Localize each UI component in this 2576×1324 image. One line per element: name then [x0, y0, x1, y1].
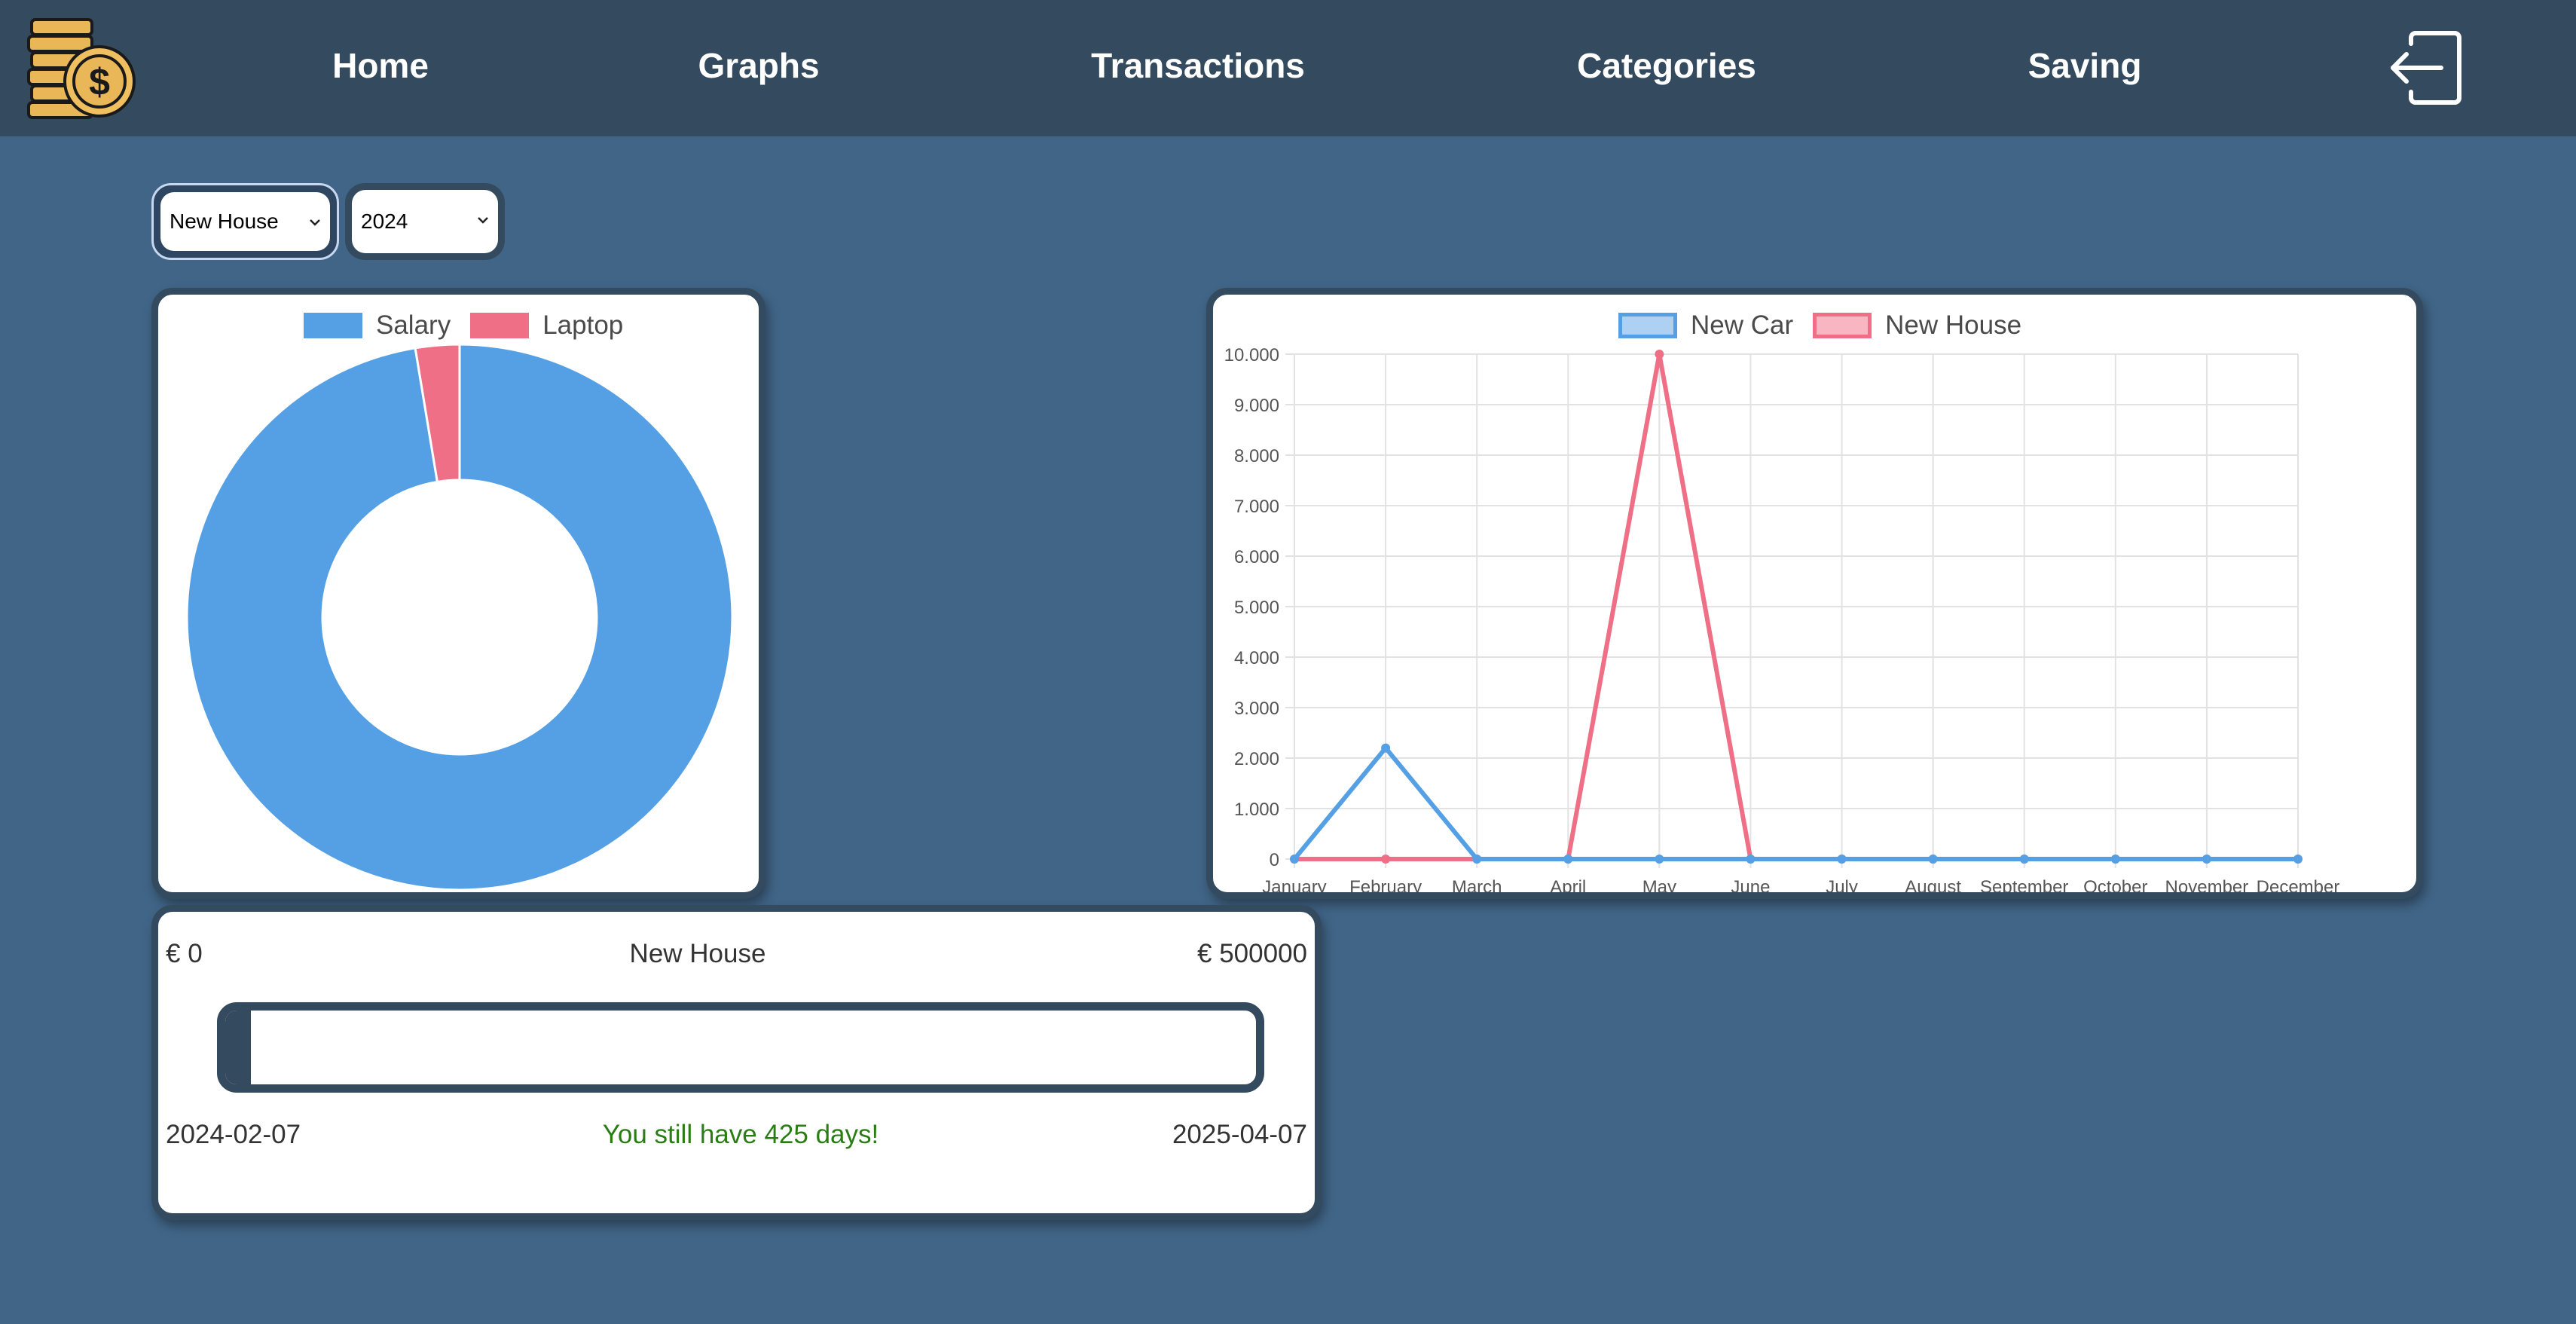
category-donut-card: Salary Laptop [151, 288, 765, 899]
top-navbar: $ Home Graphs Transactions Categories Sa… [0, 0, 2576, 136]
saving-progress-card: € 0 New House € 500000 2024-02-07 You st… [151, 905, 1322, 1220]
x-tick-label: May [1642, 877, 1676, 892]
line-chart: 0 1.000 2.000 3.000 4.000 5.000 6.000 7.000 8.00… [1224, 345, 2340, 892]
saving-start-date: 2024-02-07 [166, 1120, 301, 1149]
data-point-new-car[interactable] [1746, 855, 1756, 864]
data-point-new-house[interactable] [1655, 350, 1664, 359]
saving-days-left-message: You still have 425 days! [602, 1120, 879, 1149]
saving-line-card: New Car New House 0 1.000 2.000 3.000 4.000 5… [1206, 288, 2423, 899]
year-select-wrapper: 2024 [345, 183, 505, 260]
series-line-new-car[interactable] [1292, 744, 2298, 861]
data-point-new-house[interactable] [1381, 855, 1391, 864]
svg-text:$: $ [89, 61, 110, 103]
data-point-new-car[interactable] [1655, 855, 1664, 864]
y-tick-label: 10.000 [1224, 345, 1279, 365]
x-tick-label: December [2257, 877, 2340, 892]
chevron-down-icon [310, 219, 320, 226]
year-select-value: 2024 [361, 209, 408, 233]
goal-select-value: New House [170, 209, 279, 233]
data-point-new-car[interactable] [1837, 855, 1847, 864]
data-point-new-car[interactable] [2293, 855, 2303, 864]
y-tick-label: 6.000 [1234, 547, 1279, 567]
goal-select[interactable]: New House [160, 192, 330, 251]
saving-min: € 0 [166, 939, 203, 968]
y-tick-label: 1.000 [1234, 800, 1279, 820]
logout-icon[interactable] [2388, 30, 2464, 105]
data-point-new-car[interactable] [1563, 855, 1573, 864]
x-tick-label: September [1980, 877, 2068, 892]
nav-saving[interactable]: Saving [2028, 45, 2142, 86]
nav-transactions[interactable]: Transactions [1091, 45, 1305, 86]
saving-max: € 500000 [1197, 939, 1307, 968]
data-point-new-car[interactable] [1928, 855, 1938, 864]
x-tick-label: June [1731, 877, 1770, 892]
x-tick-label: March [1452, 877, 1502, 892]
data-point-new-car[interactable] [1290, 855, 1299, 864]
y-tick-label: 5.000 [1234, 598, 1279, 618]
coins-dollar-icon[interactable]: $ [26, 17, 139, 119]
data-point-new-car[interactable] [1381, 743, 1391, 753]
goal-select-wrapper: New House [151, 183, 339, 260]
y-tick-label: 0 [1270, 850, 1279, 870]
saving-progress-bar [217, 1002, 1264, 1093]
nav-categories[interactable]: Categories [1577, 45, 1756, 86]
y-tick-label: 3.000 [1234, 699, 1279, 719]
x-tick-label: November [2165, 877, 2249, 892]
x-tick-label: February [1349, 877, 1422, 892]
x-tick-label: October [2083, 877, 2147, 892]
data-point-new-car[interactable] [1472, 855, 1482, 864]
x-tick-label: July [1826, 877, 1858, 892]
year-select[interactable]: 2024 [352, 190, 498, 253]
y-tick-label: 4.000 [1234, 648, 1279, 668]
saving-end-date: 2025-04-07 [1172, 1120, 1307, 1149]
y-tick-label: 9.000 [1234, 396, 1279, 416]
y-tick-label: 8.000 [1234, 446, 1279, 466]
x-tick-label: April [1550, 877, 1586, 892]
chevron-down-icon [478, 217, 488, 224]
x-tick-label: August [1905, 877, 1961, 892]
nav-graphs[interactable]: Graphs [698, 45, 819, 86]
x-tick-label: January [1262, 877, 1326, 892]
y-tick-label: 7.000 [1234, 497, 1279, 517]
saving-name: New House [629, 939, 766, 968]
data-point-new-car[interactable] [2202, 855, 2211, 864]
donut-chart [185, 343, 734, 891]
data-point-new-car[interactable] [2110, 855, 2120, 864]
data-point-new-car[interactable] [2019, 855, 2029, 864]
saving-progress-fill [225, 1011, 252, 1084]
y-tick-label: 2.000 [1234, 749, 1279, 769]
nav-home[interactable]: Home [332, 45, 429, 86]
